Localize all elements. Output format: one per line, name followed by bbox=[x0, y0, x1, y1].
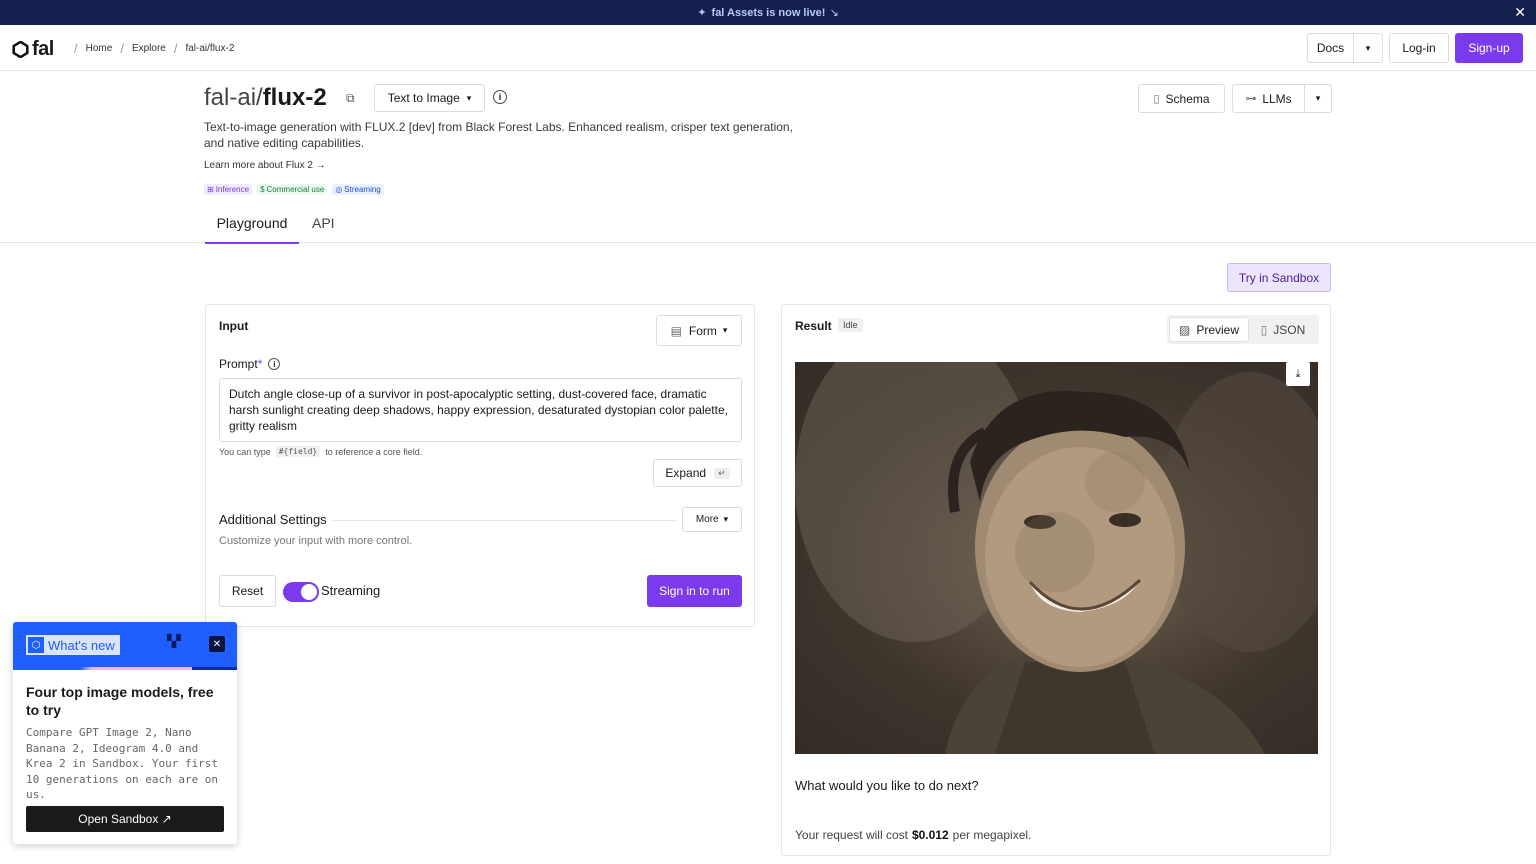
chevron-down-icon: ▾ bbox=[466, 92, 472, 103]
fal-logo[interactable]: fal bbox=[12, 38, 54, 61]
close-icon[interactable]: ✕ bbox=[1514, 4, 1526, 21]
breadcrumb-explore[interactable]: Explore bbox=[132, 43, 166, 54]
model-owner: fal-ai/ bbox=[204, 84, 263, 111]
breadcrumb: / Home / Explore / fal-ai/flux-2 bbox=[74, 41, 235, 56]
announcement-text: fal Assets is now live! bbox=[711, 6, 826, 19]
popup-body: Compare GPT Image 2, Nano Banana 2, Ideo… bbox=[26, 726, 219, 801]
popup-title: Four top image models, free to try bbox=[26, 684, 214, 718]
reset-button[interactable]: Reset bbox=[219, 575, 276, 607]
open-sandbox-button[interactable]: Open Sandbox ↗ bbox=[26, 806, 224, 832]
dollar-icon: $ bbox=[260, 185, 265, 194]
tab-api[interactable]: API bbox=[312, 215, 335, 231]
brand-name: fal bbox=[32, 38, 54, 60]
streaming-toggle[interactable] bbox=[283, 582, 319, 602]
docs-dropdown-button[interactable]: ▾ bbox=[1354, 33, 1383, 63]
info-icon[interactable]: i bbox=[268, 358, 281, 370]
llms-dropdown-button[interactable]: ▾ bbox=[1305, 84, 1332, 113]
docs-button[interactable]: Docs bbox=[1307, 33, 1354, 63]
info-icon[interactable]: i bbox=[493, 90, 507, 104]
inference-icon: ⊞ bbox=[207, 185, 214, 194]
chevron-down-icon: ▾ bbox=[723, 514, 729, 524]
fal-logo-icon: ⬡ bbox=[28, 637, 44, 653]
try-in-sandbox-button[interactable]: Try in Sandbox bbox=[1227, 263, 1331, 292]
category-dropdown[interactable]: Text to Image ▾ bbox=[374, 84, 485, 112]
prompt-textarea[interactable]: Dutch angle close-up of a survivor in po… bbox=[219, 378, 742, 442]
whats-new-popup: ⬡ What's new ▚▘ ✕ Four top image models,… bbox=[13, 622, 237, 844]
model-description: Text-to-image generation with FLUX.2 [de… bbox=[204, 120, 793, 150]
streaming-icon: ◎ bbox=[335, 185, 343, 194]
additional-settings-title: Additional Settings bbox=[219, 512, 327, 527]
whats-new-badge: ⬡ What's new bbox=[26, 635, 120, 655]
additional-settings-subtitle: Customize your input with more control. bbox=[219, 535, 413, 547]
view-toggle: ▨ Preview ▯ JSON bbox=[1167, 315, 1319, 344]
pixel-decoration-icon: ▚▘ bbox=[167, 634, 186, 648]
category-label: Text to Image bbox=[387, 91, 460, 105]
tab-playground[interactable]: Playground bbox=[205, 215, 299, 244]
chevron-down-icon: ▾ bbox=[722, 325, 728, 335]
breadcrumb-home[interactable]: Home bbox=[86, 43, 113, 54]
sparkle-icon: ✦ bbox=[697, 7, 707, 19]
json-tab[interactable]: ▯ JSON bbox=[1249, 317, 1317, 342]
model-name: flux-2 bbox=[262, 84, 327, 111]
input-title: Input bbox=[219, 319, 249, 333]
input-panel: Input ▤ Form ▾ Prompt * i Dutch angle cl… bbox=[205, 304, 755, 627]
image-icon: ▨ bbox=[1178, 322, 1191, 337]
tag-inference: ⊞ Inference bbox=[204, 184, 253, 195]
fal-logo-icon bbox=[12, 41, 29, 58]
result-image: ⤓ bbox=[795, 362, 1318, 754]
result-panel: Result Idle ▨ Preview ▯ JSON ⤓ What woul… bbox=[781, 304, 1331, 856]
document-icon: ▯ bbox=[1153, 93, 1160, 105]
cost-info: Your request will cost $0.012 per megapi… bbox=[795, 828, 1032, 842]
close-icon[interactable]: ✕ bbox=[209, 636, 225, 652]
arrow-icon: ↘ bbox=[829, 7, 839, 19]
signup-button[interactable]: Sign-up bbox=[1455, 33, 1523, 63]
popup-header: ⬡ What's new ▚▘ ✕ bbox=[13, 622, 237, 670]
prompt-label: Prompt * i bbox=[219, 357, 281, 371]
page-title: fal-ai/ flux-2 bbox=[204, 84, 327, 112]
learn-more-link[interactable]: Learn more about Flux 2 → bbox=[204, 160, 326, 171]
chevron-down-icon: ▾ bbox=[1365, 42, 1371, 53]
schema-button[interactable]: ▯ Schema bbox=[1138, 84, 1225, 113]
download-icon[interactable]: ⤓ bbox=[1286, 362, 1310, 386]
prompt-hint: You can type #{field} to reference a cor… bbox=[219, 446, 423, 457]
result-title: Result bbox=[795, 319, 832, 333]
form-mode-dropdown[interactable]: ▤ Form ▾ bbox=[656, 315, 742, 346]
enter-key-icon: ↵ bbox=[714, 467, 730, 479]
expand-button[interactable]: Expand ↵ bbox=[653, 459, 742, 487]
docs-group: Docs ▾ bbox=[1307, 33, 1383, 63]
copy-icon[interactable]: ⧉ bbox=[346, 91, 355, 106]
preview-tab[interactable]: ▨ Preview bbox=[1169, 317, 1249, 342]
llms-group: ⊶ LLMs ▾ bbox=[1232, 84, 1332, 113]
tag-streaming: ◎ Streaming bbox=[332, 184, 384, 195]
form-icon: ▤ bbox=[670, 323, 682, 338]
tag-list: ⊞ Inference $ Commercial use ◎ Streaming bbox=[204, 184, 384, 195]
portrait-image bbox=[795, 362, 1318, 754]
announcement-bar[interactable]: ✦ fal Assets is now live! ↘ ✕ bbox=[0, 0, 1536, 25]
next-steps-title: What would you like to do next? bbox=[795, 778, 979, 793]
code-file-icon: ▯ bbox=[1260, 322, 1268, 337]
divider bbox=[332, 520, 677, 521]
top-navigation: fal / Home / Explore / fal-ai/flux-2 Doc… bbox=[0, 25, 1536, 71]
streaming-label: Streaming bbox=[321, 583, 381, 598]
sign-in-to-run-button[interactable]: Sign in to run bbox=[647, 575, 742, 607]
status-badge: Idle bbox=[838, 318, 863, 332]
llm-icon: ⊶ bbox=[1245, 93, 1257, 105]
more-dropdown[interactable]: More ▾ bbox=[682, 507, 742, 532]
llms-button[interactable]: ⊶ LLMs bbox=[1232, 84, 1305, 113]
chevron-down-icon: ▾ bbox=[1315, 93, 1321, 103]
tag-commercial-use: $ Commercial use bbox=[257, 184, 328, 195]
login-button[interactable]: Log-in bbox=[1389, 33, 1449, 63]
breadcrumb-current[interactable]: fal-ai/flux-2 bbox=[185, 43, 234, 54]
